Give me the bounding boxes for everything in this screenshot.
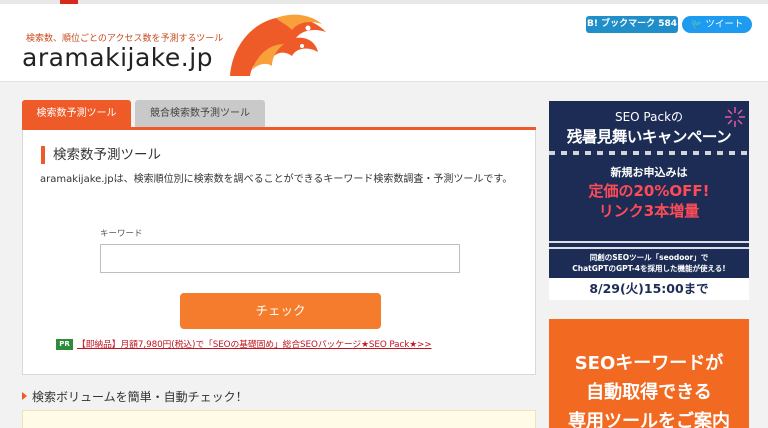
top-strip bbox=[0, 0, 768, 4]
tool-title: 検索数予測ツール bbox=[41, 146, 161, 164]
tab-search-volume-predict[interactable]: 検索数予測ツール bbox=[22, 100, 131, 128]
banner2-line2: 自動取得できる bbox=[586, 382, 712, 403]
main-content: 検索数予測ツール 競合検索数予測ツール 検索数予測ツール aramakijake… bbox=[22, 100, 536, 428]
site-logo-text[interactable]: aramakijake.jp bbox=[22, 43, 213, 72]
site-header: 検索数、順位ごとのアクセス数を予測するツール aramakijake.jp B!… bbox=[0, 0, 768, 82]
banner2-line3: 専用ツールをご案内 bbox=[568, 411, 730, 428]
banner-discount: 定価の20%OFF! bbox=[588, 182, 710, 200]
tool-description: aramakijake.jpは、検索順位別に検索数を調べることができるキーワード… bbox=[40, 174, 513, 185]
keyword-label: キーワード bbox=[100, 229, 143, 239]
info-box bbox=[22, 410, 536, 428]
pr-ad-link[interactable]: 【即納品】月額7,980円(税込)で「SEOの基礎固め」総合SEOパッケージ★S… bbox=[77, 337, 432, 350]
triangle-marker-icon bbox=[22, 392, 27, 400]
pr-badge: PR bbox=[56, 339, 73, 350]
banner-rope-divider bbox=[549, 241, 749, 249]
section-heading: 検索ボリュームを簡単・自動チェック！ bbox=[22, 388, 248, 405]
seopack-campaign-banner[interactable]: SEO Packの 残暑見舞いキャンペーン 新規お申込みは 定価の20%OFF!… bbox=[549, 101, 749, 300]
banner-new-apply: 新規お申込みは bbox=[610, 166, 688, 179]
tool-card: 検索数予測ツール aramakijake.jpは、検索順位別に検索数を調べること… bbox=[22, 130, 536, 375]
banner-seodoor-line1: 同創のSEOツール「seodoor」で bbox=[589, 253, 709, 262]
banner-seodoor-note: 同創のSEOツール「seodoor」で ChatGPTのGPT-4を採用した機能… bbox=[549, 252, 749, 274]
top-accent-mark bbox=[60, 0, 78, 4]
tweet-button[interactable]: 🐦 ツイート bbox=[682, 16, 752, 33]
banner-link-bonus: リンク3本増量 bbox=[598, 202, 700, 220]
hatena-bookmark-button[interactable]: B! ブックマーク 584 bbox=[586, 16, 678, 33]
seo-keyword-tool-banner[interactable]: SEOキーワードが 自動取得できる 専用ツールをご案内 bbox=[549, 319, 749, 428]
banner-seopack-name: SEO Packの bbox=[614, 110, 684, 124]
banner2-line1: SEOキーワードが bbox=[574, 353, 724, 374]
section-heading-text: 検索ボリュームを簡単・自動チェック！ bbox=[32, 390, 248, 404]
tab-competitor-predict[interactable]: 競合検索数予測ツール bbox=[135, 100, 265, 128]
banner-campaign-title: 残暑見舞いキャンペーン bbox=[566, 128, 732, 146]
check-button[interactable]: チェック bbox=[180, 293, 381, 329]
banner-deadline: 8/29(火)15:00まで bbox=[549, 278, 749, 300]
banner-stripe bbox=[549, 151, 749, 155]
wave-logo-icon bbox=[230, 14, 326, 76]
keyword-input[interactable] bbox=[100, 244, 460, 273]
banner-seodoor-line2: ChatGPTのGPT-4を採用した機能が使える! bbox=[572, 264, 726, 273]
